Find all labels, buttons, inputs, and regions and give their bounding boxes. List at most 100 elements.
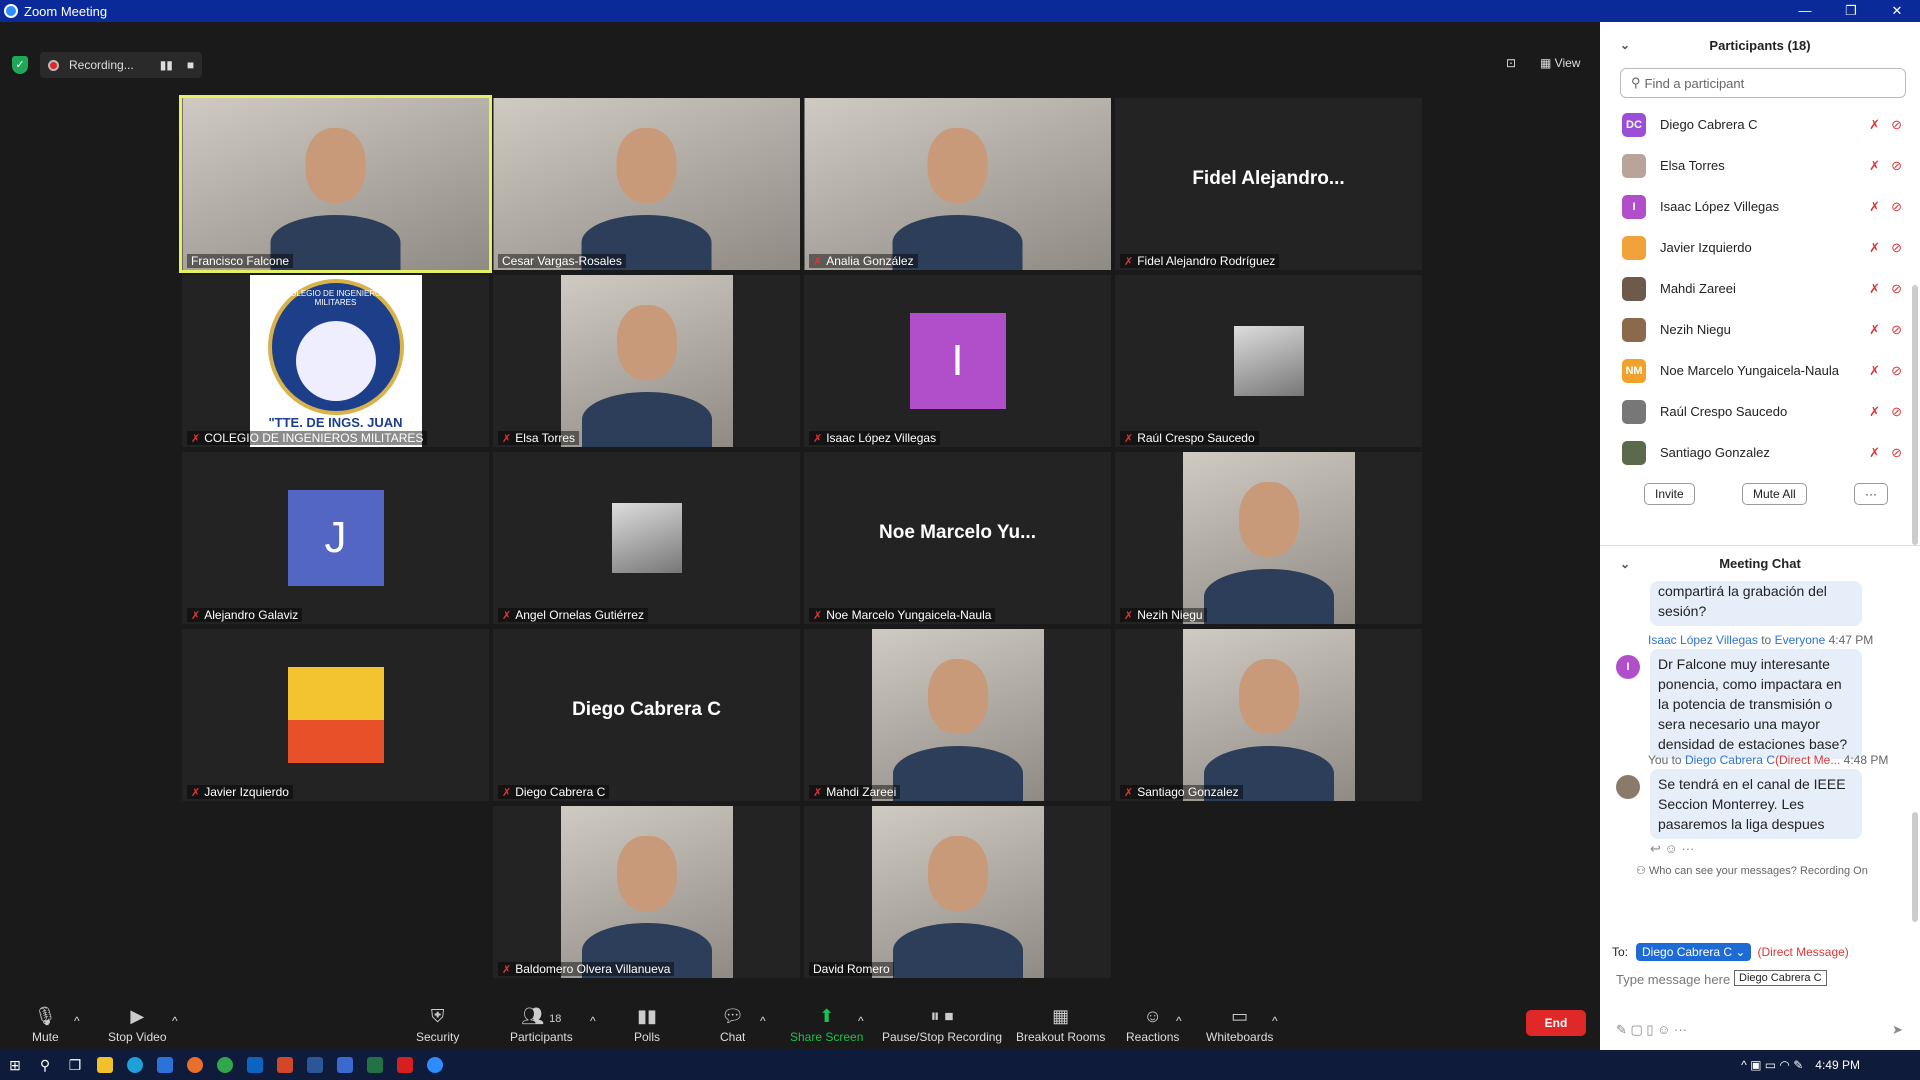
participant-search-input[interactable]: ⚲ Find a participant — [1620, 68, 1906, 98]
layout-toggle-icon[interactable]: ⊡ — [1506, 56, 1516, 70]
muted-mic-icon[interactable]: ✗ — [1869, 240, 1880, 256]
restore-button[interactable]: ❐ — [1828, 0, 1874, 22]
muted-mic-icon[interactable]: ✗ — [1869, 404, 1880, 420]
muted-mic-icon[interactable]: ✗ — [1869, 117, 1880, 133]
video-tile[interactable]: ✗ Raúl Crespo Saucedo — [1115, 275, 1422, 447]
collapse-chat-icon[interactable]: ⌄ — [1620, 557, 1630, 571]
video-tile[interactable]: ✗ Elsa Torres — [493, 275, 800, 447]
stop-recording-icon[interactable]: ■ — [187, 58, 194, 72]
video-tile[interactable]: COLEGIO DE INGENIEROS MILITARES "TTE. DE … — [182, 275, 489, 447]
firefox-icon[interactable] — [180, 1050, 210, 1080]
share-screen-button[interactable]: ⬆ Share Screen — [790, 1006, 863, 1044]
task-view-icon[interactable]: ❐ — [60, 1050, 90, 1080]
video-off-icon[interactable]: ⊘ — [1891, 158, 1902, 174]
search-icon[interactable]: ⚲ — [30, 1050, 60, 1080]
polls-button[interactable]: ▮▮ Polls — [634, 1006, 660, 1044]
video-tile[interactable]: Diego Cabrera C ✗ Diego Cabrera C — [493, 629, 800, 801]
video-tile[interactable]: ✗ Javier Izquierdo — [182, 629, 489, 801]
more-options-button[interactable]: ··· — [1854, 483, 1888, 505]
send-icon[interactable]: ➤ — [1892, 1022, 1903, 1038]
pause-recording-icon[interactable]: ▮▮ — [160, 58, 173, 72]
video-tile[interactable]: ✗ Nezih Niegu — [1115, 452, 1422, 624]
share-options-caret[interactable]: ^ — [858, 1014, 864, 1028]
powerpoint-icon[interactable] — [270, 1050, 300, 1080]
privacy-note[interactable]: ⚇ Who can see your messages? Recording O… — [1636, 864, 1868, 877]
video-tile[interactable]: ✗ Mahdi Zareei — [804, 629, 1111, 801]
video-tile[interactable]: I ✗ Isaac López Villegas — [804, 275, 1111, 447]
participant-row[interactable]: Elsa Torres ✗ ⊘ — [1600, 145, 1920, 186]
security-button[interactable]: ⛨ Security — [416, 1006, 459, 1044]
whiteboards-options-caret[interactable]: ^ — [1272, 1014, 1278, 1028]
sender-name[interactable]: Isaac López Villegas — [1648, 633, 1758, 647]
acrobat-icon[interactable] — [390, 1050, 420, 1080]
video-tile[interactable]: ✗ Analia González — [804, 98, 1111, 270]
security-shield-icon[interactable]: ✓ — [12, 56, 28, 74]
chat-scrollbar[interactable] — [1912, 812, 1918, 922]
start-icon[interactable]: ⊞ — [0, 1050, 30, 1080]
recipient-name[interactable]: Diego Cabrera C — [1685, 753, 1775, 767]
participant-row[interactable]: Santiago Gonzalez ✗ ⊘ — [1600, 432, 1920, 473]
participants-button[interactable]: 👥︎ 18 Participants — [510, 1006, 573, 1044]
whiteboards-button[interactable]: ▭ Whiteboards — [1206, 1006, 1273, 1044]
mute-all-button[interactable]: Mute All — [1742, 483, 1807, 505]
close-button[interactable]: ✕ — [1874, 0, 1920, 22]
mail-icon[interactable] — [150, 1050, 180, 1080]
video-tile[interactable]: ✗ Angel Ornelas Gutiérrez — [493, 452, 800, 624]
stop-video-button[interactable]: ▶︎ Stop Video — [108, 1006, 167, 1044]
participant-row[interactable]: NM Noe Marcelo Yungaicela-Naula ✗ ⊘ — [1600, 350, 1920, 391]
message-input[interactable]: Type message here — [1616, 972, 1730, 987]
muted-mic-icon[interactable]: ✗ — [1869, 322, 1880, 338]
minimize-button[interactable]: — — [1782, 0, 1828, 22]
video-tile[interactable]: ✗ Santiago Gonzalez — [1115, 629, 1422, 801]
video-tile[interactable]: ✗ Baldomero Olvera Villanueva — [493, 806, 800, 978]
invite-button[interactable]: Invite — [1644, 483, 1695, 505]
tray-icons[interactable]: ^ ▣ ▭ ◠ ✎ — [1741, 1058, 1803, 1072]
chat-options-caret[interactable]: ^ — [760, 1014, 766, 1028]
outlook-icon[interactable] — [240, 1050, 270, 1080]
participant-row[interactable]: Nezih Niegu ✗ ⊘ — [1600, 309, 1920, 350]
breakout-rooms-button[interactable]: ▦ Breakout Rooms — [1016, 1006, 1105, 1044]
muted-mic-icon[interactable]: ✗ — [1869, 158, 1880, 174]
mute-button[interactable]: 🎙︎ Mute — [32, 1006, 59, 1044]
message-actions[interactable]: ↩ ☺ ··· — [1650, 841, 1694, 857]
audio-options-caret[interactable]: ^ — [74, 1014, 80, 1028]
chat-tools[interactable]: ✎ ▢ ▯ ☺ ··· — [1616, 1022, 1687, 1038]
muted-mic-icon[interactable]: ✗ — [1869, 199, 1880, 215]
pause-stop-recording-button[interactable]: ⏸ ⏹ Pause/Stop Recording — [882, 1006, 1002, 1044]
video-options-caret[interactable]: ^ — [172, 1014, 178, 1028]
end-meeting-button[interactable]: End — [1526, 1010, 1586, 1036]
participant-row[interactable]: DC Diego Cabrera C ✗ ⊘ — [1600, 104, 1920, 145]
video-tile[interactable]: Noe Marcelo Yu... ✗ Noe Marcelo Yungaicela… — [804, 452, 1111, 624]
video-off-icon[interactable]: ⊘ — [1891, 363, 1902, 379]
video-off-icon[interactable]: ⊘ — [1891, 199, 1902, 215]
reactions-options-caret[interactable]: ^ — [1176, 1014, 1182, 1028]
word-icon[interactable] — [300, 1050, 330, 1080]
chrome-icon[interactable] — [210, 1050, 240, 1080]
participant-row[interactable]: Raúl Crespo Saucedo ✗ ⊘ — [1600, 391, 1920, 432]
view-button[interactable]: ▦ View — [1540, 56, 1580, 70]
participant-row[interactable]: I Isaac López Villegas ✗ ⊘ — [1600, 186, 1920, 227]
clock[interactable]: 4:49 PM — [1815, 1058, 1860, 1072]
video-off-icon[interactable]: ⊘ — [1891, 281, 1902, 297]
recipient-name[interactable]: Everyone — [1775, 633, 1826, 647]
collapse-chevron-icon[interactable]: ⌄ — [1620, 38, 1630, 52]
video-tile[interactable]: J ✗ Alejandro Galaviz — [182, 452, 489, 624]
video-off-icon[interactable]: ⊘ — [1891, 117, 1902, 133]
mail-app-icon[interactable] — [330, 1050, 360, 1080]
video-off-icon[interactable]: ⊘ — [1891, 404, 1902, 420]
participant-row[interactable]: Mahdi Zareei ✗ ⊘ — [1600, 268, 1920, 309]
muted-mic-icon[interactable]: ✗ — [1869, 445, 1880, 461]
video-off-icon[interactable]: ⊘ — [1891, 445, 1902, 461]
muted-mic-icon[interactable]: ✗ — [1869, 281, 1880, 297]
participants-options-caret[interactable]: ^ — [590, 1014, 596, 1028]
video-tile[interactable]: David Romero — [804, 806, 1111, 978]
video-off-icon[interactable]: ⊘ — [1891, 322, 1902, 338]
muted-mic-icon[interactable]: ✗ — [1869, 363, 1880, 379]
edge-icon[interactable] — [120, 1050, 150, 1080]
file-explorer-icon[interactable] — [90, 1050, 120, 1080]
participants-scrollbar[interactable] — [1912, 285, 1918, 545]
chat-button[interactable]: 💬︎ Chat — [720, 1006, 745, 1044]
video-tile[interactable]: Cesar Vargas-Rosales — [493, 98, 800, 270]
excel-icon[interactable] — [360, 1050, 390, 1080]
video-off-icon[interactable]: ⊘ — [1891, 240, 1902, 256]
